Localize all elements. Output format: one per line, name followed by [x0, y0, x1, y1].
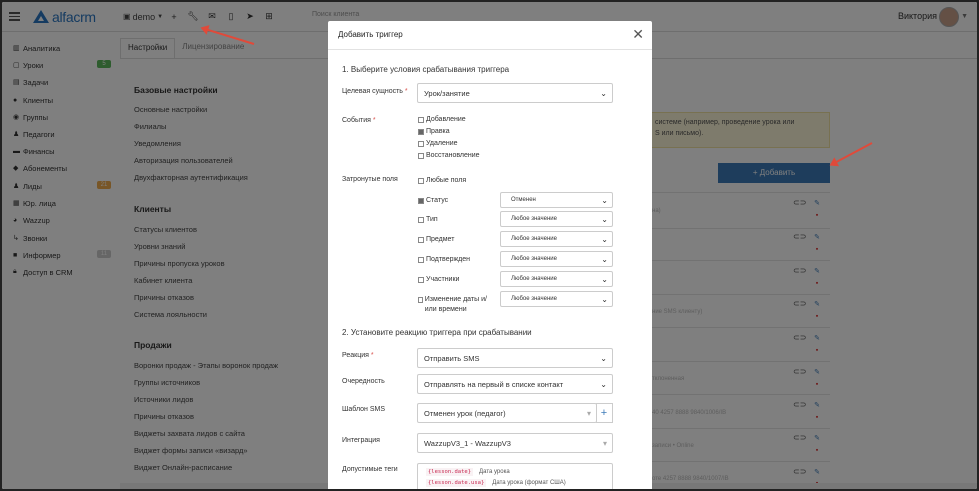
field-type-checkbox[interactable]: Тип — [418, 216, 438, 223]
field-subject-checkbox[interactable]: Предмет — [418, 236, 454, 243]
add-template-button[interactable]: + — [596, 403, 613, 423]
event-add-checkbox[interactable]: Добавление — [418, 116, 466, 123]
tags-box: {lesson.date} Дата урока {lesson.date.us… — [417, 463, 613, 489]
tag-item: {lesson.date} Дата урока — [426, 468, 510, 476]
app-window: alfacrm ▣ demo ▼ + 🔧︎ ✉ ▯ ➤ ⊞ Поиск клие… — [2, 2, 977, 489]
integration-value: WazzupV3_1 - WazzupV3 — [424, 438, 511, 448]
reaction-value: Отправить SMS — [424, 353, 480, 363]
chevron-down-icon: ⌄ — [601, 295, 608, 304]
chevron-down-icon: ⌄ — [600, 89, 607, 98]
field-datetime-checkbox[interactable]: Изменение даты и/ или времени — [418, 295, 498, 315]
target-select[interactable]: Урок/занятие ⌄ — [417, 83, 613, 103]
reaction-select[interactable]: Отправить SMS ⌄ — [417, 348, 613, 368]
chevron-down-icon: ⌄ — [601, 255, 608, 264]
events-label: События * — [342, 117, 376, 124]
order-value: Отправлять на первый в списке контакт — [424, 379, 564, 389]
event-delete-checkbox[interactable]: Удаление — [418, 140, 458, 147]
order-select[interactable]: Отправлять на первый в списке контакт ⌄ — [417, 374, 613, 394]
field-status-select[interactable]: Отменен ⌄ — [500, 192, 613, 208]
chevron-down-icon: ⌄ — [601, 275, 608, 284]
field-participants-checkbox[interactable]: Участники — [418, 276, 459, 283]
tag-desc: Дата урока — [479, 469, 510, 475]
chevron-down-icon: ▾ — [586, 409, 591, 418]
target-value: Урок/занятие — [424, 88, 470, 98]
sms-template-select[interactable]: Отменен урок (педагог) ▾ — [417, 403, 597, 423]
event-restore-checkbox[interactable]: Восстановление — [418, 152, 480, 159]
field-confirmed-select[interactable]: Любое значение ⌄ — [500, 251, 613, 267]
step2-heading: 2. Установите реакцию триггера при сраба… — [342, 328, 532, 337]
tag-code[interactable]: {lesson.date.usa} — [426, 479, 487, 487]
tag-desc: Дата урока (формат США) — [492, 480, 566, 486]
any-fields-checkbox[interactable]: Любые поля — [418, 177, 466, 184]
event-edit-checkbox[interactable]: Правка — [418, 128, 450, 135]
divider — [328, 49, 652, 50]
fields-label: Затронутые поля — [342, 176, 398, 183]
modal-title: Добавить триггер — [338, 30, 403, 39]
sms-template-label: Шаблон SMS — [342, 406, 386, 413]
target-label: Целевая сущность * — [342, 88, 408, 95]
field-confirmed-checkbox[interactable]: Подтвержден — [418, 256, 470, 263]
field-datetime-select[interactable]: Любое значение ⌄ — [500, 291, 613, 307]
chevron-down-icon: ⌄ — [600, 380, 607, 389]
field-subject-select[interactable]: Любое значение ⌄ — [500, 231, 613, 247]
chevron-down-icon: ⌄ — [601, 235, 608, 244]
order-label: Очередность — [342, 378, 385, 385]
chevron-down-icon: ⌄ — [601, 215, 608, 224]
close-icon[interactable]: ✕ — [632, 26, 644, 43]
tag-code[interactable]: {lesson.date} — [426, 468, 474, 476]
step1-heading: 1. Выберите условия срабатывания триггер… — [342, 65, 510, 74]
tags-label: Допустимые теги — [342, 466, 398, 473]
tag-item: {lesson.date.usa} Дата урока (формат США… — [426, 479, 566, 487]
field-participants-select[interactable]: Любое значение ⌄ — [500, 271, 613, 287]
field-status-checkbox[interactable]: Статус — [418, 197, 448, 204]
field-type-select[interactable]: Любое значение ⌄ — [500, 211, 613, 227]
chevron-down-icon: ⌄ — [601, 196, 608, 205]
reaction-label: Реакция * — [342, 352, 374, 359]
integration-label: Интеграция — [342, 437, 380, 444]
chevron-down-icon: ⌄ — [600, 354, 607, 363]
integration-select[interactable]: WazzupV3_1 - WazzupV3 ▾ — [417, 433, 613, 453]
add-trigger-modal: Добавить триггер ✕ 1. Выберите условия с… — [328, 21, 652, 489]
sms-template-value: Отменен урок (педагог) — [424, 408, 506, 418]
chevron-down-icon: ▾ — [602, 439, 607, 448]
